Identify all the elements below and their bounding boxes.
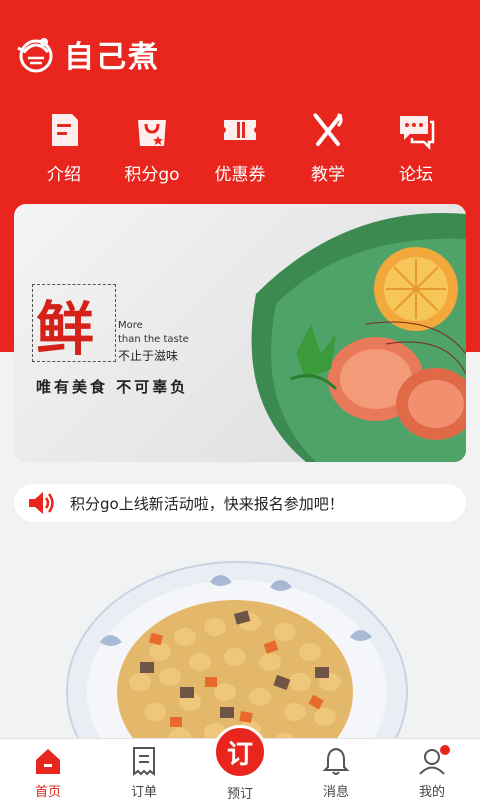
banner-cn-line: 不止于滋味 [118,349,179,363]
quick-item-teach[interactable]: 教学 [284,110,372,185]
banner-en-line1: More [118,320,143,331]
quick-item-intro[interactable]: 介绍 [20,110,108,185]
tab-label-messages: 消息 [322,785,349,800]
speaker-icon [29,492,54,514]
app-header: 自己煮 [14,30,160,78]
tab-label-profile: 我的 [418,785,445,800]
banner-slogan: 唯有美食 不可辜负 [36,378,189,396]
quick-item-coupon[interactable]: 优惠券 [196,110,284,185]
tab-label-reserve: 预订 [226,787,253,800]
banner-en-line2: than the taste [118,334,189,345]
tab-label-home: 首页 [34,785,61,800]
shopping-bag-icon [138,120,166,146]
chat-bubble-icon [400,116,435,150]
home-icon [36,749,60,774]
coupon-icon [224,120,256,140]
notification-badge [440,745,450,755]
bottom-tab-bar: 首页 订单 订 预订 消息 我的 [0,725,480,800]
quick-label-forum: 论坛 [399,165,433,185]
announcement-bar[interactable]: 积分go上线新活动啦，快来报名参加吧！ [14,484,466,522]
quick-label-points: 积分go [124,165,180,185]
fork-knife-icon [312,112,343,146]
logo-icon [17,38,53,73]
tab-reserve[interactable]: 订 预订 [192,725,288,800]
tab-orders[interactable]: 订单 [96,739,192,800]
tab-label-orders: 订单 [130,785,157,800]
app-name: 自己煮 [64,40,160,75]
tab-messages[interactable]: 消息 [288,739,384,800]
reserve-button[interactable]: 订 [213,725,267,779]
quick-label-teach: 教学 [311,165,345,185]
tab-profile[interactable]: 我的 [384,739,480,800]
quick-item-points[interactable]: 积分go [108,110,196,185]
quick-item-forum[interactable]: 论坛 [372,110,460,185]
fresh-character: 鲜 [36,295,95,363]
bell-icon [322,747,350,775]
shrimp-dish-image [251,213,466,462]
promo-banner[interactable]: 鲜 More than the taste 不止于滋味 唯有美食 不可辜负 [14,204,466,462]
quick-label-intro: 介绍 [47,165,81,185]
announcement-text: 积分go上线新活动啦，快来报名参加吧！ [70,494,344,513]
receipt-icon [133,747,155,776]
quick-label-coupon: 优惠券 [214,165,266,185]
tab-home[interactable]: 首页 [0,739,96,800]
document-icon [52,114,78,146]
quick-nav: 介绍 积分go 优惠券 教学 论坛 [0,110,480,185]
